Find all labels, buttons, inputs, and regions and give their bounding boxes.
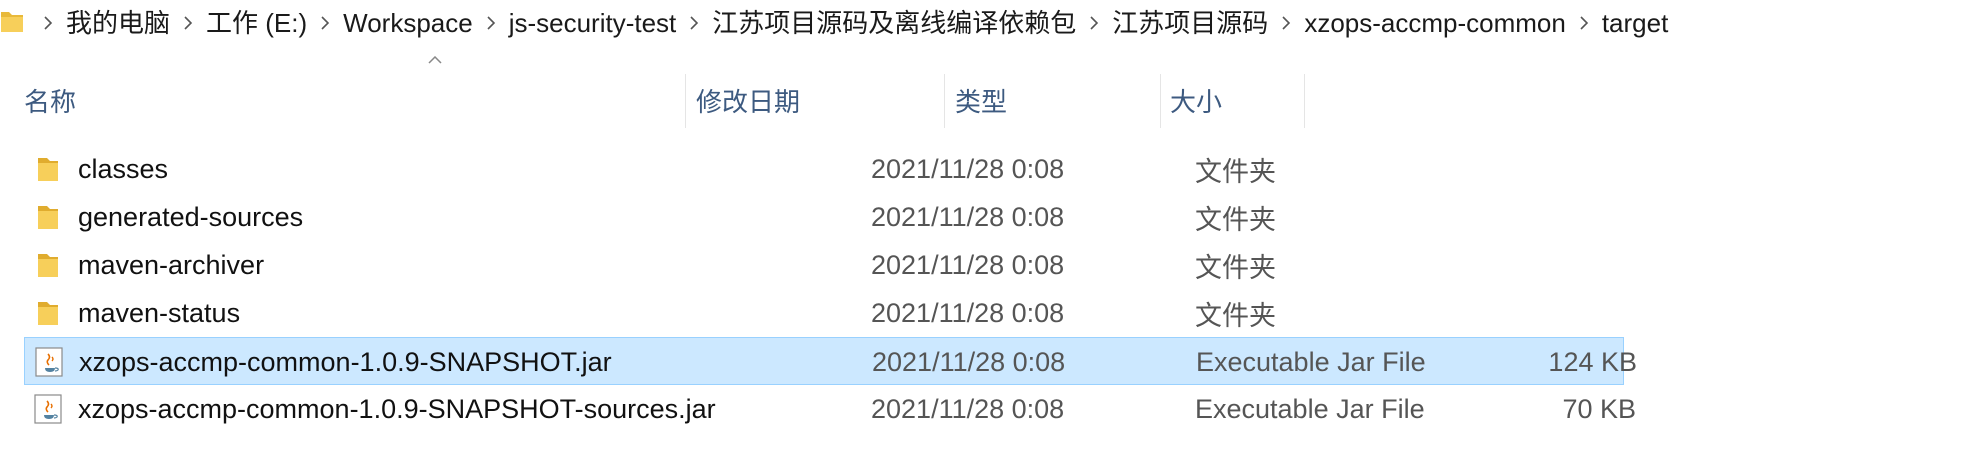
breadcrumb-item[interactable]: target <box>1598 0 1673 46</box>
file-name: xzops-accmp-common-1.0.9-SNAPSHOT-source… <box>78 393 716 424</box>
file-size: 124 KB <box>1548 346 1637 377</box>
file-type: 文件夹 <box>1195 300 1276 331</box>
column-divider[interactable] <box>685 74 686 128</box>
chevron-right-icon[interactable] <box>174 0 202 46</box>
file-type: 文件夹 <box>1195 204 1276 235</box>
file-size: 70 KB <box>1562 393 1636 424</box>
java-jar-icon <box>33 346 65 378</box>
file-row[interactable]: generated-sources 2021/11/28 0:08 文件夹 <box>24 193 1624 241</box>
file-size <box>1404 145 1636 193</box>
column-divider[interactable] <box>1160 74 1161 128</box>
folder-icon <box>32 153 64 185</box>
chevron-right-icon[interactable] <box>1080 0 1108 46</box>
folder-icon <box>32 249 64 281</box>
file-type: 文件夹 <box>1195 252 1276 283</box>
file-size <box>1404 289 1636 337</box>
file-type: Executable Jar File <box>1195 393 1425 424</box>
breadcrumb-item[interactable]: xzops-accmp-common <box>1300 0 1570 46</box>
folder-icon <box>32 297 64 329</box>
breadcrumb-item[interactable]: js-security-test <box>505 0 681 46</box>
file-name: generated-sources <box>78 201 304 232</box>
chevron-right-icon[interactable] <box>1570 0 1598 46</box>
file-modified: 2021/11/28 0:08 <box>872 346 1066 377</box>
file-size <box>1404 193 1636 241</box>
breadcrumb-item[interactable]: 江苏项目源码及离线编译依赖包 <box>708 0 1080 46</box>
file-name: maven-status <box>78 297 241 328</box>
file-modified: 2021/11/28 0:08 <box>871 201 1065 232</box>
breadcrumb: 我的电脑 工作 (E:) Workspace js-security-test 江苏项目… <box>34 0 1672 46</box>
breadcrumb-item[interactable]: Workspace <box>339 0 477 46</box>
column-size[interactable]: 大小 <box>1170 70 1222 130</box>
chevron-right-icon[interactable] <box>34 0 62 46</box>
chevron-right-icon[interactable] <box>680 0 708 46</box>
chevron-right-icon[interactable] <box>311 0 339 46</box>
file-row[interactable]: xzops-accmp-common-1.0.9-SNAPSHOT.jar 202… <box>24 337 1637 385</box>
column-divider[interactable] <box>1304 74 1305 128</box>
breadcrumb-item[interactable]: 工作 (E:) <box>202 0 311 46</box>
column-type[interactable]: 类型 <box>955 70 1007 130</box>
file-size <box>1404 241 1636 289</box>
column-modified[interactable]: 修改日期 <box>696 70 800 130</box>
file-type: 文件夹 <box>1195 156 1276 187</box>
file-row[interactable]: xzops-accmp-common-1.0.9-SNAPSHOT-source… <box>24 385 1636 433</box>
folder-icon <box>1 12 23 32</box>
file-modified: 2021/11/28 0:08 <box>871 393 1065 424</box>
breadcrumb-item[interactable]: 我的电脑 <box>62 0 174 46</box>
sort-ascending-icon <box>428 56 442 64</box>
file-modified: 2021/11/28 0:08 <box>871 153 1065 184</box>
breadcrumb-item[interactable]: 江苏项目源码 <box>1108 0 1272 46</box>
column-name[interactable]: 名称 <box>24 70 76 130</box>
file-row[interactable]: classes 2021/11/28 0:08 文件夹 <box>24 145 1624 193</box>
address-breadcrumb: 我的电脑 工作 (E:) Workspace js-security-test 江苏项目… <box>0 0 1961 46</box>
column-divider[interactable] <box>944 74 945 128</box>
file-row[interactable]: maven-status 2021/11/28 0:08 文件夹 <box>24 289 1624 337</box>
java-jar-icon <box>32 393 64 425</box>
file-row[interactable]: maven-archiver 2021/11/28 0:08 文件夹 <box>24 241 1624 289</box>
file-name: xzops-accmp-common-1.0.9-SNAPSHOT.jar <box>79 346 612 377</box>
folder-icon <box>32 201 64 233</box>
file-name: classes <box>78 153 169 184</box>
file-type: Executable Jar File <box>1196 346 1426 377</box>
column-header: 名称 修改日期 类型 大小 <box>0 70 1961 130</box>
chevron-right-icon[interactable] <box>1272 0 1300 46</box>
file-modified: 2021/11/28 0:08 <box>871 297 1065 328</box>
file-name: maven-archiver <box>78 249 265 280</box>
file-modified: 2021/11/28 0:08 <box>871 249 1065 280</box>
chevron-right-icon[interactable] <box>477 0 505 46</box>
